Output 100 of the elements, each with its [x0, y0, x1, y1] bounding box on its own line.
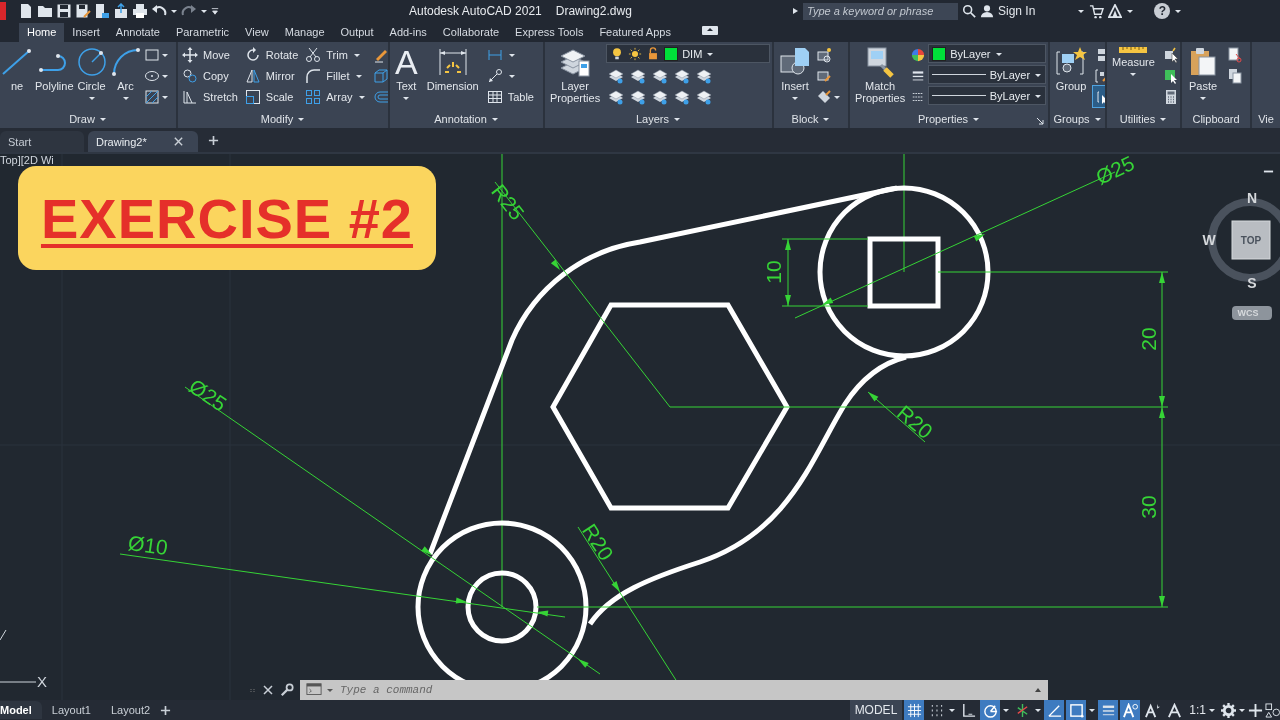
caret-icon[interactable] — [822, 115, 831, 123]
ribbon-tool[interactable] — [652, 88, 669, 105]
ribbon-tool[interactable]: Insert — [776, 44, 814, 102]
ribbon-tool[interactable]: Rotate — [242, 44, 301, 65]
close-icon[interactable] — [262, 684, 274, 696]
viewcube-face[interactable] — [1231, 220, 1271, 260]
ribbon-tool[interactable]: Stretch — [180, 86, 240, 107]
ribbon-tool[interactable] — [630, 88, 647, 105]
shapes-icon[interactable] — [1265, 702, 1280, 718]
sign-in-link[interactable]: Sign In — [998, 4, 1036, 18]
caret-icon[interactable] — [1174, 7, 1183, 15]
menu-caret-icon[interactable] — [211, 7, 219, 15]
ribbon-tool[interactable] — [674, 88, 691, 105]
save-as-icon[interactable] — [75, 3, 91, 19]
caret-icon[interactable] — [98, 115, 107, 123]
folder-icon[interactable] — [37, 3, 53, 19]
caret-icon[interactable] — [1159, 115, 1168, 123]
status-toggle[interactable] — [1098, 700, 1119, 720]
caret-icon[interactable] — [170, 7, 178, 15]
ribbon-tab[interactable]: Home — [19, 23, 65, 42]
upload-icon[interactable] — [113, 3, 129, 19]
help-button[interactable]: ? — [1154, 3, 1171, 19]
ribbon-tab[interactable]: Add-ins — [381, 23, 435, 42]
file-tab[interactable]: Drawing2* — [88, 131, 198, 152]
gear-icon[interactable] — [1221, 702, 1236, 718]
ribbon-tool[interactable]: Fillet — [303, 65, 368, 86]
ribbon-tab[interactable]: Parametric — [167, 23, 238, 42]
print-icon[interactable] — [132, 3, 148, 19]
ribbon-tab[interactable]: Express Tools — [507, 23, 592, 42]
dropdown-field[interactable]: ByLayer — [928, 86, 1047, 105]
ribbon-tool[interactable]: Match Properties — [852, 44, 909, 104]
close-icon[interactable] — [172, 136, 184, 147]
caret-icon[interactable] — [1088, 706, 1097, 714]
ribbon-tab[interactable]: Featured Apps — [591, 23, 679, 42]
ribbon-tab[interactable]: Collaborate — [434, 23, 508, 42]
expand-icon[interactable] — [791, 7, 799, 15]
caret-icon[interactable] — [673, 115, 681, 123]
ribbon-tool[interactable]: Scale — [242, 86, 301, 107]
search-field[interactable]: Type a keyword or phrase — [803, 2, 958, 20]
search-icon[interactable] — [962, 4, 976, 18]
status-toggle[interactable] — [904, 700, 925, 720]
triangle-icon[interactable] — [1108, 4, 1123, 18]
ribbon-tool[interactable]: Group — [1052, 44, 1090, 92]
command-input[interactable]: Type a command — [338, 683, 1030, 697]
layout-tab[interactable]: Layout2 — [100, 701, 161, 719]
cart-icon[interactable] — [1089, 3, 1105, 19]
ribbon-tool[interactable]: Measure — [1109, 44, 1158, 78]
ribbon-tool[interactable] — [608, 88, 625, 105]
ribbon-tool[interactable]: Mirror — [242, 65, 301, 86]
ribbon-tool[interactable]: ne — [0, 44, 34, 92]
ribbon-tool[interactable] — [674, 67, 691, 84]
ribbon-tool[interactable]: Dimension — [423, 44, 482, 92]
ribbon-tool[interactable]: Trim — [303, 44, 368, 65]
ribbon-tool[interactable] — [608, 67, 625, 84]
dropdown-field[interactable]: ByLayer — [928, 44, 1047, 63]
save-icon[interactable] — [56, 3, 72, 19]
caret-icon[interactable] — [1093, 115, 1102, 123]
ribbon-tool[interactable] — [630, 67, 647, 84]
grip-icon[interactable] — [250, 687, 256, 693]
ucs-menu[interactable] — [1232, 306, 1272, 320]
plus-icon[interactable] — [208, 134, 219, 146]
ribbon-tool[interactable]: Circle — [74, 44, 109, 102]
ribbon-tab[interactable]: Annotate — [107, 23, 168, 42]
wrench-icon[interactable] — [280, 683, 294, 697]
caret-icon[interactable] — [1077, 7, 1086, 15]
ribbon-tool[interactable]: Copy — [180, 65, 240, 86]
layout-tab[interactable]: Model — [0, 701, 42, 719]
caret-icon[interactable] — [1238, 706, 1246, 714]
caret-icon[interactable] — [1002, 706, 1011, 714]
dropdown-field[interactable]: DIM — [606, 44, 771, 63]
caret-icon[interactable] — [297, 115, 306, 123]
status-toggle[interactable] — [1120, 700, 1141, 720]
ribbon-tool[interactable]: Layer Properties — [547, 44, 604, 104]
launcher-icon[interactable] — [1036, 117, 1044, 125]
caret-icon[interactable] — [490, 115, 499, 123]
caret-icon[interactable] — [1034, 706, 1043, 714]
caret-icon[interactable] — [948, 706, 957, 714]
plus-icon[interactable] — [160, 704, 172, 716]
ribbon-tool[interactable]: Table — [484, 86, 536, 107]
caret-icon[interactable] — [1126, 7, 1135, 15]
annotation-scale[interactable]: 1:1 — [1186, 703, 1219, 717]
layout-tab[interactable]: Layout1 — [41, 701, 101, 719]
command-field[interactable]: Type a command — [300, 680, 1048, 700]
ribbon-tab[interactable]: Output — [332, 23, 382, 42]
ribbon-tool[interactable]: Move — [180, 44, 240, 65]
file-tab[interactable]: Start — [0, 131, 84, 152]
caret-icon[interactable] — [200, 7, 208, 15]
model-space-button[interactable]: MODEL — [849, 700, 903, 720]
ribbon-tool[interactable]: Arc — [108, 44, 143, 102]
ribbon-tool[interactable]: Polyline — [34, 44, 75, 92]
ribbon-tool[interactable] — [696, 67, 713, 84]
ribbon-tab[interactable]: View — [237, 23, 277, 42]
ribbon-tab[interactable]: Manage — [276, 23, 333, 42]
document-icon[interactable] — [18, 3, 34, 19]
ribbon-tool[interactable] — [652, 67, 669, 84]
ribbon-tool[interactable]: A Text — [392, 44, 421, 102]
ribbon-tool[interactable]: Array — [303, 86, 368, 107]
status-plus-icon[interactable] — [1248, 702, 1263, 718]
ribbon-tool[interactable]: Paste — [1184, 44, 1222, 102]
dropdown-field[interactable]: ByLayer — [928, 65, 1047, 84]
